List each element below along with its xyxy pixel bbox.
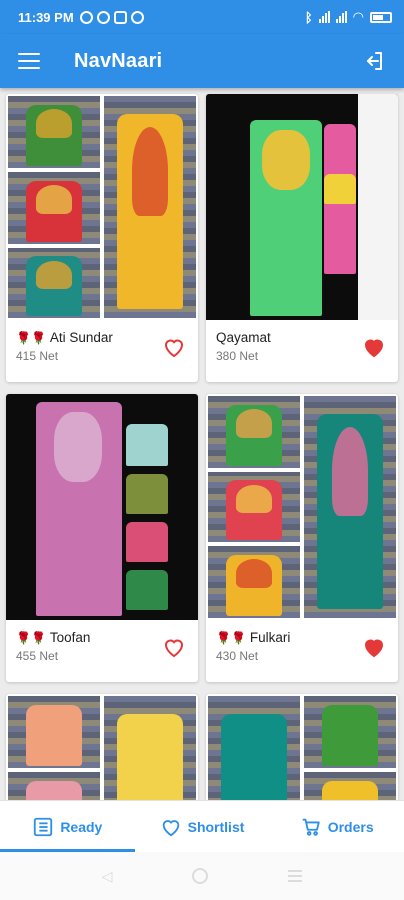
tab-label: Ready xyxy=(60,818,103,835)
product-name: 🌹🌹 Ati Sundar xyxy=(16,330,113,345)
product-roses: 🌹🌹 xyxy=(216,630,246,645)
product-roses: 🌹🌹 xyxy=(16,630,46,645)
wifi-icon: ◠ xyxy=(352,9,364,24)
tab-shortlist[interactable]: Shortlist xyxy=(135,801,270,852)
product-image[interactable] xyxy=(206,94,398,320)
list-icon xyxy=(34,817,53,836)
product-price: 455 Net xyxy=(16,649,59,663)
product-name: 🌹🌹 Fulkari xyxy=(216,630,291,645)
product-image[interactable] xyxy=(206,694,398,800)
app-notification-icon-2 xyxy=(130,10,144,24)
tab-label: Orders xyxy=(327,818,374,835)
product-image[interactable] xyxy=(206,394,398,620)
status-time: 11:39 PM xyxy=(18,9,74,25)
product-card[interactable]: Qayamat 380 Net xyxy=(206,94,398,382)
home-icon[interactable] xyxy=(192,868,209,884)
signal-icon xyxy=(318,11,330,23)
product-roses: 🌹🌹 xyxy=(16,330,46,345)
heart-icon xyxy=(162,819,179,836)
product-name: 🌹🌹 Toofan xyxy=(16,630,91,645)
shortlist-heart-icon[interactable] xyxy=(362,336,386,358)
back-icon[interactable]: ◁ xyxy=(102,868,113,885)
tab-ready[interactable]: Ready xyxy=(0,801,135,852)
system-navigation: ◁ xyxy=(0,852,404,900)
cart-icon xyxy=(302,818,320,836)
tab-label: Shortlist xyxy=(187,818,245,835)
app-notification-icon xyxy=(96,10,110,24)
product-image[interactable] xyxy=(6,394,198,620)
bluetooth-icon: ᛒ xyxy=(304,9,313,25)
logout-icon[interactable] xyxy=(362,49,386,73)
product-card[interactable]: 🌹🌹 Ati Sundar 415 Net xyxy=(6,94,198,382)
instagram-icon xyxy=(113,10,127,24)
product-card[interactable]: 🌹🌹 Toofan 455 Net xyxy=(6,394,198,682)
app-title: NavNaari xyxy=(74,49,163,72)
product-price: 415 Net xyxy=(16,349,59,363)
recent-apps-icon[interactable] xyxy=(288,870,303,882)
product-card[interactable] xyxy=(206,694,398,800)
product-price: 430 Net xyxy=(216,649,259,663)
app-bar: NavNaari xyxy=(0,34,404,88)
shortlist-heart-icon[interactable] xyxy=(362,636,386,658)
product-price: 380 Net xyxy=(216,349,259,363)
product-image[interactable] xyxy=(6,94,198,320)
product-name: Qayamat xyxy=(216,330,271,345)
bottom-navigation: Ready Shortlist Orders xyxy=(0,800,404,852)
menu-icon[interactable] xyxy=(18,53,40,69)
shortlist-heart-icon[interactable] xyxy=(162,636,186,658)
battery-icon xyxy=(370,11,392,23)
tab-orders[interactable]: Orders xyxy=(269,801,404,852)
signal-icon-2 xyxy=(335,11,347,23)
status-bar: 11:39 PM ᛒ ◠ xyxy=(0,0,404,34)
product-card[interactable] xyxy=(6,694,198,800)
alarm-icon xyxy=(79,10,93,24)
shortlist-heart-icon[interactable] xyxy=(162,336,186,358)
product-image[interactable] xyxy=(6,694,198,800)
product-grid: 🌹🌹 Ati Sundar 415 Net Qayamat 380 Net 🌹🌹… xyxy=(0,88,404,800)
product-card[interactable]: 🌹🌹 Fulkari 430 Net xyxy=(206,394,398,682)
